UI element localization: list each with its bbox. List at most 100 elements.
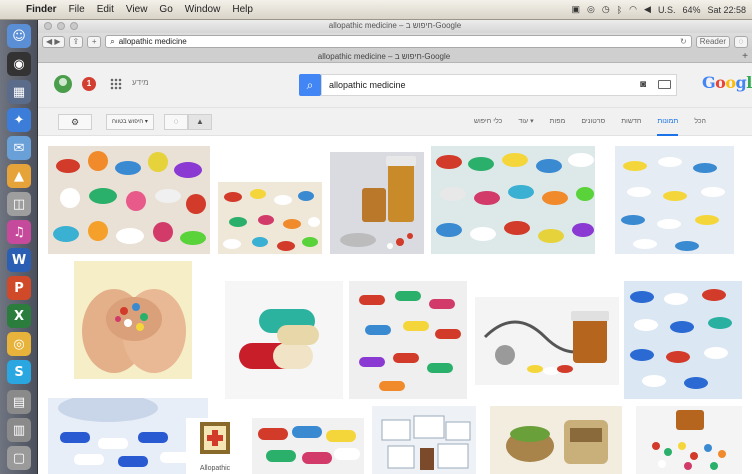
downloads-stack-icon[interactable]: ▥ [7, 418, 31, 442]
reload-icon[interactable]: ↻ [680, 37, 687, 46]
dashboard-icon[interactable]: ◉ [7, 52, 31, 76]
tab-all[interactable]: הכל [694, 108, 706, 136]
reader-button[interactable]: Reader [695, 35, 730, 48]
hands-with-pills [82, 289, 186, 373]
header-link[interactable]: מידע [132, 78, 149, 87]
clock[interactable]: Sat 22:58 [707, 5, 746, 15]
time-machine-icon[interactable]: ◷ [602, 4, 610, 15]
avatar[interactable] [54, 75, 72, 93]
browser-toolbar: ◀ ▶ ⇪ + ⌕ allopathic medicine ↻ Reader ◌ [38, 33, 752, 50]
menu-window[interactable]: Window [185, 4, 221, 15]
word-icon[interactable]: W [7, 248, 31, 272]
volume-icon[interactable]: ◀ [644, 4, 651, 15]
logo-letter: o [725, 73, 736, 92]
image-result[interactable] [475, 297, 619, 385]
google-logo[interactable]: Google [702, 73, 752, 95]
safe-search-toggle: ◌ ▲ [164, 114, 212, 130]
tab-images[interactable]: תמונות [657, 108, 679, 136]
address-text: allopathic medicine [118, 37, 187, 46]
person-icon[interactable]: ▲ [188, 114, 212, 130]
allopathic-logo [200, 422, 230, 454]
dropbox-icon[interactable]: ▣ [572, 4, 581, 15]
downloads-button[interactable]: ◌ [734, 35, 748, 48]
new-tab-button[interactable]: + [742, 50, 748, 63]
safe-search-icon[interactable]: ◌ [164, 114, 188, 130]
image-result[interactable] [372, 406, 476, 474]
mac-menubar: Finder File Edit View Go Window Help ▣ ◎… [0, 0, 752, 20]
back-button[interactable]: ◀ ▶ [42, 35, 65, 48]
menu-file[interactable]: File [69, 4, 85, 15]
chrome-icon[interactable]: ◎ [7, 332, 31, 356]
battery-percent[interactable]: 64% [682, 5, 700, 15]
menu-help[interactable]: Help [232, 4, 253, 15]
add-bookmark-button[interactable]: + [87, 35, 102, 48]
image-result[interactable]: Allopathic [186, 418, 244, 474]
blue-white-capsules [58, 398, 190, 467]
tab-news[interactable]: חדשות [621, 108, 641, 136]
menu-app-name[interactable]: Finder [26, 4, 57, 15]
safari-icon[interactable]: ✦ [7, 108, 31, 132]
sync-icon[interactable]: ◎ [587, 4, 595, 15]
image-result[interactable] [48, 398, 208, 474]
address-bar[interactable]: ⌕ allopathic medicine ↻ [105, 35, 692, 48]
browser-window: allopathic medicine – חיפוש ב-Google ◀ ▶… [38, 20, 752, 474]
logo-letter: G [702, 73, 716, 92]
image-result[interactable] [490, 406, 622, 474]
mail-icon[interactable]: ✉ [7, 136, 31, 160]
tab-search-tools[interactable]: כלי חיפוש [474, 108, 503, 136]
tab-bar: allopathic medicine – חיפוש ב-Google + [38, 50, 752, 63]
search-tools-button[interactable]: חיפוש בטווח ▾ [106, 114, 154, 130]
search-button[interactable]: ⌕ [299, 74, 321, 96]
pills-pile [436, 153, 594, 243]
settings-gear-icon[interactable]: ⚙ [58, 114, 92, 130]
tab-videos[interactable]: סרטונים [581, 108, 605, 136]
mortar-herbs [506, 420, 608, 464]
preview-icon[interactable]: ◫ [7, 192, 31, 216]
menu-view[interactable]: View [126, 4, 148, 15]
finder-icon[interactable]: ☺ [7, 24, 31, 48]
menu-go[interactable]: Go [159, 4, 172, 15]
tab-more[interactable]: עוד ▾ [518, 108, 533, 136]
itunes-icon[interactable]: ♫ [7, 220, 31, 244]
camera-icon[interactable]: ◙ [640, 79, 646, 90]
powerpoint-icon[interactable]: P [7, 276, 31, 300]
image-result[interactable] [74, 261, 192, 379]
bluetooth-icon[interactable]: ᛒ [617, 5, 622, 15]
image-result[interactable] [349, 281, 467, 399]
search-icon: ⌕ [110, 36, 115, 46]
logo-letter: g [735, 73, 747, 92]
excel-icon[interactable]: X [7, 304, 31, 328]
image-result[interactable] [624, 281, 742, 399]
image-result[interactable] [225, 281, 343, 399]
share-button[interactable]: ⇪ [68, 35, 84, 48]
image-result[interactable] [252, 418, 364, 474]
trash-icon[interactable]: ▢ [7, 446, 31, 470]
browser-tab[interactable]: allopathic medicine – חיפוש ב-Google [38, 50, 730, 63]
mission-control-icon[interactable]: ▦ [7, 80, 31, 104]
search-tabs: כלי חיפוש עוד ▾ מפות סרטונים חדשות תמונו… [474, 108, 706, 136]
google-header: 1 מידע ⌕ allopathic medicine ◙ Google [38, 63, 752, 108]
apps-grid-icon[interactable] [110, 78, 122, 90]
keyboard-icon[interactable] [658, 80, 671, 89]
search-input[interactable]: allopathic medicine [321, 74, 677, 96]
image-result[interactable] [48, 146, 210, 254]
tab-maps[interactable]: מפות [550, 108, 566, 136]
vlc-icon[interactable]: ▲ [7, 164, 31, 188]
image-result[interactable] [218, 182, 322, 254]
wifi-icon[interactable]: ◠ [629, 4, 637, 15]
medicine-boxes [381, 415, 471, 470]
window-title: allopathic medicine – חיפוש ב-Google [328, 21, 462, 30]
notification-badge[interactable]: 1 [82, 77, 96, 91]
status-area: ▣ ◎ ◷ ᛒ ◠ ◀ U.S. 64% Sat 22:58 [572, 4, 752, 15]
image-result[interactable] [330, 152, 424, 254]
menu-edit[interactable]: Edit [97, 4, 114, 15]
input-source[interactable]: U.S. [658, 5, 676, 15]
image-result[interactable] [636, 406, 742, 474]
documents-stack-icon[interactable]: ▤ [7, 390, 31, 414]
image-result[interactable] [431, 146, 595, 254]
capsules-closeup [239, 309, 319, 369]
skype-icon[interactable]: S [7, 360, 31, 384]
blue-capsules [630, 289, 732, 389]
image-result[interactable] [615, 146, 734, 254]
window-titlebar: allopathic medicine – חיפוש ב-Google [38, 20, 752, 33]
